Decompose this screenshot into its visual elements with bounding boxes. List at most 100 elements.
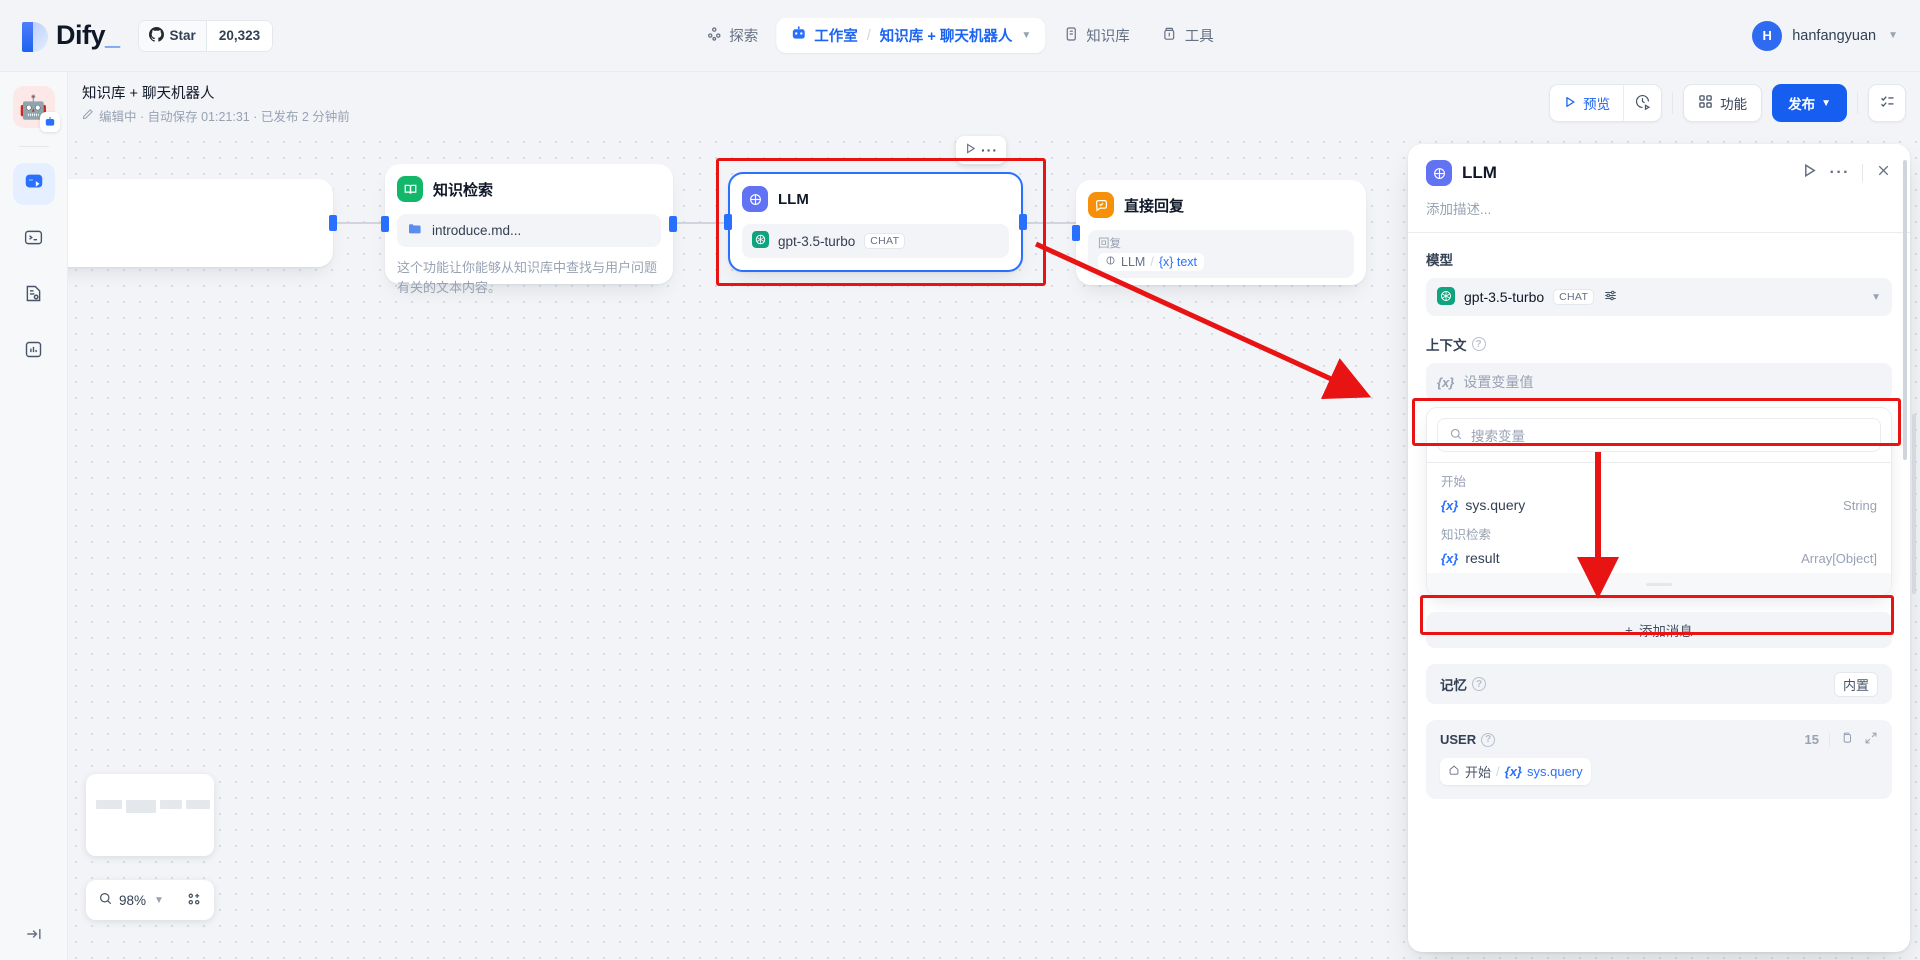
dropdown-resize-handle[interactable] bbox=[1427, 573, 1891, 595]
node-llm-model-badge: CHAT bbox=[864, 233, 906, 249]
add-message-button[interactable]: + 添加消息 bbox=[1426, 612, 1892, 648]
help-icon[interactable]: ? bbox=[1471, 337, 1486, 351]
rail-item-api-access[interactable] bbox=[13, 219, 55, 261]
rail-item-monitoring[interactable] bbox=[13, 331, 55, 373]
minimap[interactable] bbox=[86, 774, 214, 856]
node-answer-body[interactable]: 回复 LLM / {x} text bbox=[1088, 230, 1354, 278]
panel-scrollbar[interactable] bbox=[1903, 160, 1907, 460]
answer-icon bbox=[1088, 192, 1114, 218]
github-star-button[interactable]: Star 20,323 bbox=[137, 19, 274, 52]
canvas-scrollbar[interactable] bbox=[1912, 414, 1916, 594]
zoom-chevron-down-icon[interactable]: ▼ bbox=[154, 895, 164, 906]
node-llm-model[interactable]: gpt-3.5-turbo CHAT bbox=[742, 224, 1009, 258]
node-knowledge-dataset[interactable]: introduce.md... bbox=[397, 214, 661, 247]
variable-icon: {x} bbox=[1437, 374, 1455, 390]
run-history-button[interactable] bbox=[1623, 85, 1661, 121]
node-ref-llm-icon bbox=[1105, 255, 1116, 269]
publish-button[interactable]: 发布 ▼ bbox=[1772, 84, 1847, 122]
variable-search-input[interactable]: 搜索变量 bbox=[1437, 418, 1881, 452]
chevron-down-icon[interactable]: ▼ bbox=[1021, 30, 1031, 41]
panel-context-label: 上下文 ? bbox=[1426, 334, 1892, 354]
node-knowledge-retrieval[interactable]: 知识检索 introduce.md... 这个功能让你能够从知识库中查找与用户问… bbox=[381, 164, 677, 295]
edge-knowledge-to-llm bbox=[673, 222, 728, 224]
node-start[interactable] bbox=[68, 179, 337, 267]
play-icon bbox=[1563, 95, 1577, 112]
model-params-icon[interactable] bbox=[1603, 288, 1618, 306]
node-llm-input-port[interactable] bbox=[724, 214, 732, 230]
nav-studio[interactable]: 工作室 / 知识库 + 聊天机器人 ▼ bbox=[776, 18, 1046, 53]
panel-run-icon[interactable] bbox=[1801, 162, 1818, 184]
variable-option-sys-query[interactable]: {x} sys.query String bbox=[1427, 492, 1891, 520]
node-answer-ref-node: LLM bbox=[1121, 255, 1146, 269]
nav-separator: / bbox=[866, 27, 871, 44]
help-icon[interactable]: ? bbox=[1472, 677, 1486, 691]
node-start-output-port[interactable] bbox=[329, 215, 337, 231]
panel-context-section: 上下文 ? {x} 设置变量值 bbox=[1408, 316, 1910, 401]
variable-search-placeholder: 搜索变量 bbox=[1471, 429, 1525, 444]
node-knowledge-title: 知识检索 bbox=[433, 181, 494, 199]
nav-tools[interactable]: 工具 bbox=[1148, 18, 1228, 53]
node-answer-input-port[interactable] bbox=[1072, 224, 1080, 241]
user-chevron-down-icon[interactable]: ▼ bbox=[1888, 30, 1898, 41]
node-answer-ref-var: {x} text bbox=[1158, 255, 1198, 269]
panel-description-input[interactable]: 添加描述... bbox=[1408, 186, 1910, 232]
panel-more-icon[interactable]: ··· bbox=[1830, 164, 1850, 182]
variable-option-type: String bbox=[1843, 497, 1877, 513]
copy-icon[interactable] bbox=[1840, 731, 1854, 748]
user-menu[interactable]: H hanfangyuan ▼ bbox=[1752, 20, 1898, 51]
features-button[interactable]: 功能 bbox=[1683, 84, 1763, 122]
user-message-header: USER ? 15 bbox=[1440, 731, 1878, 748]
node-knowledge-input-port[interactable] bbox=[381, 216, 389, 232]
folder-icon bbox=[407, 221, 423, 240]
rail-item-logs[interactable] bbox=[13, 275, 55, 317]
logs-icon bbox=[23, 283, 44, 309]
node-more-icon[interactable]: ··· bbox=[981, 142, 998, 158]
rail-item-app-avatar[interactable]: 🤖 bbox=[12, 86, 60, 132]
nav-current-app: 知识库 + 聊天机器人 bbox=[879, 29, 1013, 45]
preview-group: 预览 bbox=[1549, 84, 1663, 122]
nav-tools-label: 工具 bbox=[1184, 29, 1214, 45]
book-icon bbox=[397, 176, 423, 202]
preview-button[interactable]: 预览 bbox=[1550, 85, 1623, 121]
rail-item-orchestrate[interactable]: ••• bbox=[12, 163, 55, 205]
node-llm-title: LLM bbox=[778, 190, 809, 208]
checklist-icon bbox=[1879, 92, 1896, 114]
explore-icon bbox=[706, 26, 722, 46]
nav-knowledge[interactable]: 知识库 bbox=[1049, 18, 1144, 53]
model-chevron-down-icon[interactable]: ▼ bbox=[1871, 292, 1881, 303]
context-variable-input[interactable]: {x} 设置变量值 bbox=[1426, 363, 1892, 401]
user-message-variable-token[interactable]: 开始 / {x} sys.query bbox=[1440, 758, 1591, 785]
variable-group-label: 开始 bbox=[1441, 475, 1467, 489]
user-message-actions: 15 bbox=[1805, 731, 1878, 748]
node-llm-output-port[interactable] bbox=[1019, 214, 1027, 230]
dify-logo[interactable]: Dify_ bbox=[22, 20, 120, 52]
zoom-level: 98% bbox=[119, 892, 147, 908]
search-icon[interactable] bbox=[98, 891, 113, 909]
model-selector[interactable]: gpt-3.5-turbo CHAT ▼ bbox=[1426, 278, 1892, 316]
minimap-node bbox=[126, 800, 156, 813]
left-rail: 🤖 ••• bbox=[0, 72, 68, 960]
node-run-icon[interactable] bbox=[964, 142, 977, 158]
logo-word: Dify bbox=[56, 20, 106, 50]
node-llm[interactable]: LLM gpt-3.5-turbo CHAT bbox=[724, 172, 1027, 272]
node-answer-title: 直接回复 bbox=[1124, 197, 1185, 215]
node-llm-toolbar[interactable]: ··· bbox=[956, 136, 1006, 164]
variable-option-result[interactable]: {x} result Array[Object] bbox=[1427, 545, 1891, 573]
history-clock-icon bbox=[1634, 93, 1651, 113]
top-bar: Dify_ Star 20,323 探索 工作室 / 知识库 + 聊天机器人 ▼… bbox=[0, 0, 1920, 72]
node-knowledge-output-port[interactable] bbox=[669, 216, 677, 232]
organize-nodes-icon[interactable] bbox=[186, 891, 202, 910]
zoom-control[interactable]: 98% ▼ bbox=[86, 880, 214, 920]
rail-collapse-button[interactable] bbox=[0, 924, 68, 944]
expand-icon[interactable] bbox=[1864, 731, 1878, 748]
edge-start-to-knowledge bbox=[333, 222, 383, 224]
memory-row[interactable]: 记忆 ? 内置 bbox=[1426, 664, 1892, 704]
star-left[interactable]: Star bbox=[138, 20, 206, 51]
variable-dropdown[interactable]: 搜索变量 开始 {x} sys.query String 知识检索 {x} re… bbox=[1426, 407, 1892, 596]
close-icon[interactable] bbox=[1875, 162, 1892, 184]
help-icon[interactable]: ? bbox=[1481, 732, 1496, 747]
nav-explore[interactable]: 探索 bbox=[692, 18, 772, 53]
checklist-button[interactable] bbox=[1868, 84, 1906, 122]
user-message-box[interactable]: USER ? 15 开始 / {x} sys.query bbox=[1426, 720, 1892, 799]
node-answer[interactable]: 直接回复 回复 LLM / {x} text bbox=[1072, 180, 1366, 285]
